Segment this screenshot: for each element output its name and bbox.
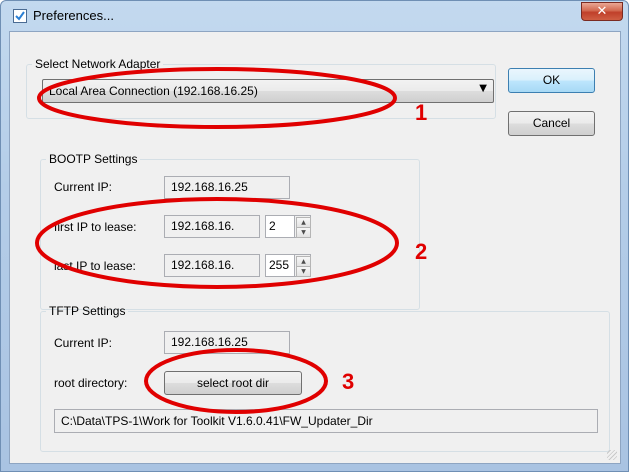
- annotation-number-3: 3: [342, 369, 355, 394]
- first-ip-prefix: 192.168.16.: [164, 215, 260, 238]
- resize-grip-icon[interactable]: [607, 450, 617, 460]
- title-bar[interactable]: Preferences... ✕: [1, 1, 628, 31]
- network-adapter-value: Local Area Connection (192.168.16.25): [49, 84, 258, 98]
- spinner-down-icon[interactable]: ▼: [296, 266, 311, 277]
- bootp-current-ip-value: 192.168.16.25: [164, 176, 290, 199]
- last-ip-label: last IP to lease:: [54, 259, 136, 273]
- annotation-number-1: 1: [415, 100, 428, 125]
- dialog-body: Select Network Adapter Local Area Connec…: [9, 31, 621, 464]
- first-ip-label: first IP to lease:: [54, 220, 137, 234]
- bootp-settings-legend: BOOTP Settings: [49, 152, 138, 166]
- ok-button[interactable]: OK: [508, 68, 595, 93]
- first-ip-spinner[interactable]: ▲ ▼: [295, 215, 311, 238]
- spinner-down-icon[interactable]: ▼: [296, 227, 311, 238]
- preferences-window: Preferences... ✕ Select Network Adapter …: [0, 0, 629, 472]
- window-title: Preferences...: [33, 8, 114, 23]
- close-button[interactable]: ✕: [581, 2, 623, 21]
- checkmark-icon: [13, 9, 27, 23]
- last-ip-input[interactable]: 255: [265, 254, 295, 277]
- root-path-field: C:\Data\TPS-1\Work for Toolkit V1.6.0.41…: [54, 409, 598, 433]
- cancel-button[interactable]: Cancel: [508, 111, 595, 136]
- first-ip-input[interactable]: 2: [265, 215, 295, 238]
- last-ip-spinner[interactable]: ▲ ▼: [295, 254, 311, 277]
- tftp-current-ip-label: Current IP:: [54, 336, 113, 350]
- annotation-number-2: 2: [415, 239, 428, 264]
- tftp-current-ip-value: 192.168.16.25: [164, 331, 290, 354]
- network-adapter-legend: Select Network Adapter: [35, 57, 161, 71]
- chevron-down-icon[interactable]: ▼: [479, 83, 487, 94]
- tftp-settings-legend: TFTP Settings: [49, 304, 126, 318]
- bootp-current-ip-label: Current IP:: [54, 180, 113, 194]
- last-ip-prefix: 192.168.16.: [164, 254, 260, 277]
- close-icon: ✕: [596, 4, 608, 19]
- select-root-dir-button[interactable]: select root dir: [164, 371, 302, 395]
- root-directory-label: root directory:: [54, 376, 128, 390]
